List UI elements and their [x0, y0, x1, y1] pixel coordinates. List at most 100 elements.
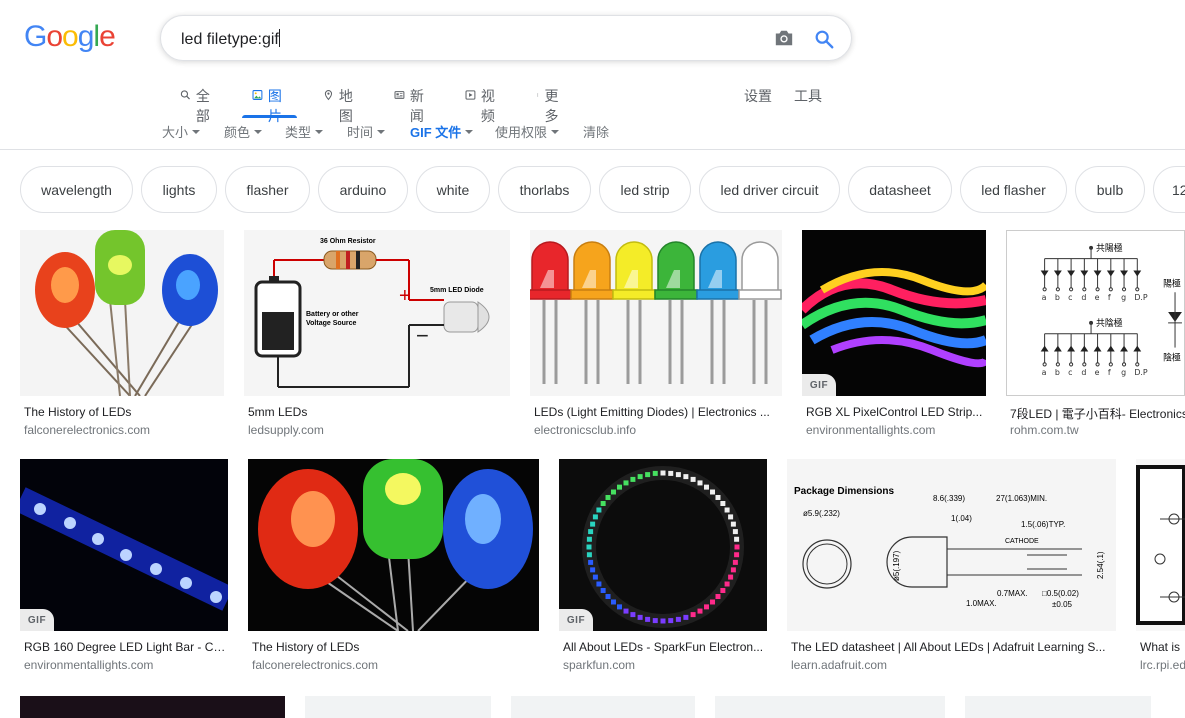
chip[interactable]: lights: [141, 166, 217, 213]
result-domain[interactable]: falconerelectronics.com: [24, 423, 224, 437]
result-thumbnail[interactable]: [248, 459, 539, 631]
header: Google led filetype:gif 全部 图片 地图 新闻 视频 更…: [0, 0, 1185, 150]
filter-label: GIF 文件: [410, 125, 462, 140]
image-result[interactable]: What is lrc.rpi.ed: [1136, 459, 1185, 679]
chip[interactable]: bulb: [1075, 166, 1145, 213]
filter-size[interactable]: 大小: [162, 122, 201, 141]
ring-led: [660, 470, 666, 476]
ring-led: [734, 552, 740, 558]
segment-label: b: [1055, 293, 1060, 302]
tab-all[interactable]: 全部: [180, 84, 215, 124]
filter-filetype[interactable]: GIF 文件: [410, 122, 474, 141]
tab-label: 图片: [267, 88, 282, 124]
result-thumbnail[interactable]: [965, 696, 1151, 718]
dim-label: 27(1.063)MIN.: [996, 494, 1047, 503]
segment-label: g: [1121, 293, 1126, 302]
image-result[interactable]: GIF RGB XL PixelControl LED Strip... env…: [802, 230, 986, 440]
image-result[interactable]: The History of LEDs falconerelectronics.…: [20, 230, 224, 440]
camera-icon[interactable]: [773, 28, 795, 48]
result-title[interactable]: The History of LEDs: [24, 405, 224, 419]
result-thumbnail[interactable]: Package Dimensions ø5.9(.232) 8.6(.339) …: [787, 459, 1116, 631]
image-result[interactable]: LEDs (Light Emitting Diodes) | Electroni…: [530, 230, 782, 440]
result-thumbnail[interactable]: 36 Ohm Resistor + − 5mm LED Diode Batter…: [244, 230, 510, 396]
search-box[interactable]: led filetype:gif: [160, 15, 852, 61]
filter-label: 颜色: [224, 125, 251, 140]
result-thumbnail[interactable]: [305, 696, 491, 718]
ring-led: [645, 472, 651, 478]
filter-time[interactable]: 时间: [347, 122, 386, 141]
filter-usage-rights[interactable]: 使用权限: [495, 122, 560, 141]
ring-led: [668, 470, 674, 476]
tab-more[interactable]: 更多: [536, 84, 561, 124]
filter-clear[interactable]: 清除: [583, 122, 609, 141]
result-title[interactable]: 7段LED | 電子小百科- Electronics: [1010, 405, 1185, 422]
led-circuit-diagram: 36 Ohm Resistor + − 5mm LED Diode Batter…: [244, 230, 510, 396]
segment-label: e: [1095, 368, 1100, 377]
filter-type[interactable]: 类型: [285, 122, 324, 141]
image-result[interactable]: GIF RGB 160 Degree LED Light Bar - Cu...…: [20, 459, 228, 679]
chip[interactable]: thorlabs: [498, 166, 591, 213]
chip[interactable]: 12: [1153, 166, 1185, 213]
result-thumbnail[interactable]: [1136, 459, 1185, 631]
filter-label: 时间: [347, 125, 374, 140]
image-result[interactable]: GIF All About LEDs - SparkFun Electron..…: [559, 459, 767, 679]
google-logo[interactable]: Google: [24, 20, 116, 54]
image-result[interactable]: 共陽極 共陰極 陽極 陰極 a b c d e f g D.P a b c d e f g D.P 7段LED…: [1006, 230, 1185, 440]
tab-images[interactable]: 图片: [242, 84, 297, 124]
ring-led: [720, 587, 726, 593]
result-title[interactable]: RGB XL PixelControl LED Strip...: [806, 405, 986, 419]
result-title[interactable]: The History of LEDs: [252, 640, 539, 654]
image-result[interactable]: The History of LEDs falconerelectronics.…: [248, 459, 539, 679]
result-thumbnail[interactable]: GIF: [802, 230, 986, 396]
result-domain[interactable]: environmentallights.com: [24, 658, 228, 672]
tab-maps[interactable]: 地图: [323, 84, 358, 124]
battery-label: Battery or other: [306, 311, 359, 318]
ring-led: [586, 552, 592, 558]
ring-led: [703, 484, 709, 490]
chip[interactable]: led driver circuit: [699, 166, 840, 213]
chip[interactable]: led flasher: [960, 166, 1067, 213]
ring-led: [630, 476, 636, 482]
tab-videos[interactable]: 视频: [465, 84, 500, 124]
result-title[interactable]: RGB 160 Degree LED Light Bar - Cu...: [24, 640, 228, 654]
image-result[interactable]: 36 Ohm Resistor + − 5mm LED Diode Batter…: [244, 230, 510, 440]
result-domain[interactable]: ledsupply.com: [248, 423, 510, 437]
result-domain[interactable]: electronicsclub.info: [534, 423, 782, 437]
result-domain[interactable]: falconerelectronics.com: [252, 658, 539, 672]
chip[interactable]: wavelength: [20, 166, 133, 213]
search-input[interactable]: led filetype:gif: [181, 29, 280, 49]
result-title[interactable]: What is: [1140, 640, 1185, 654]
tools-link[interactable]: 工具: [794, 86, 822, 106]
chip[interactable]: datasheet: [848, 166, 952, 213]
result-domain[interactable]: environmentallights.com: [806, 423, 986, 437]
result-thumbnail[interactable]: [530, 230, 782, 396]
result-domain[interactable]: lrc.rpi.ed: [1140, 658, 1185, 672]
tab-news[interactable]: 新闻: [394, 84, 429, 124]
led-rim: [570, 289, 614, 300]
tab-label: 视频: [480, 88, 495, 124]
search-icon[interactable]: [813, 28, 835, 50]
result-title[interactable]: LEDs (Light Emitting Diodes) | Electroni…: [534, 405, 782, 419]
result-thumbnail[interactable]: GIF: [20, 459, 228, 631]
result-title[interactable]: All About LEDs - SparkFun Electron...: [563, 640, 767, 654]
result-title[interactable]: The LED datasheet | All About LEDs | Ada…: [791, 640, 1116, 654]
image-result[interactable]: Package Dimensions ø5.9(.232) 8.6(.339) …: [787, 459, 1116, 679]
result-thumbnail[interactable]: [20, 230, 224, 396]
filter-color[interactable]: 颜色: [224, 122, 263, 141]
result-domain[interactable]: sparkfun.com: [563, 658, 767, 672]
result-title[interactable]: 5mm LEDs: [248, 405, 510, 419]
chip[interactable]: white: [416, 166, 490, 213]
result-thumbnail[interactable]: [511, 696, 695, 718]
result-thumbnail[interactable]: 共陽極 共陰極 陽極 陰極 a b c d e f g D.P a b c d e f g D.P: [1006, 230, 1185, 396]
chip[interactable]: led strip: [599, 166, 691, 213]
chip[interactable]: arduino: [318, 166, 408, 213]
ring-led: [730, 521, 736, 527]
result-domain[interactable]: rohm.com.tw: [1010, 423, 1185, 437]
result-thumbnail[interactable]: GIF: [559, 459, 767, 631]
result-domain[interactable]: learn.adafruit.com: [791, 658, 1116, 672]
result-thumbnail[interactable]: [715, 696, 945, 718]
chip[interactable]: flasher: [225, 166, 310, 213]
logo-letter: o: [62, 20, 79, 53]
settings-link[interactable]: 设置: [744, 86, 772, 106]
result-thumbnail[interactable]: [20, 696, 285, 718]
